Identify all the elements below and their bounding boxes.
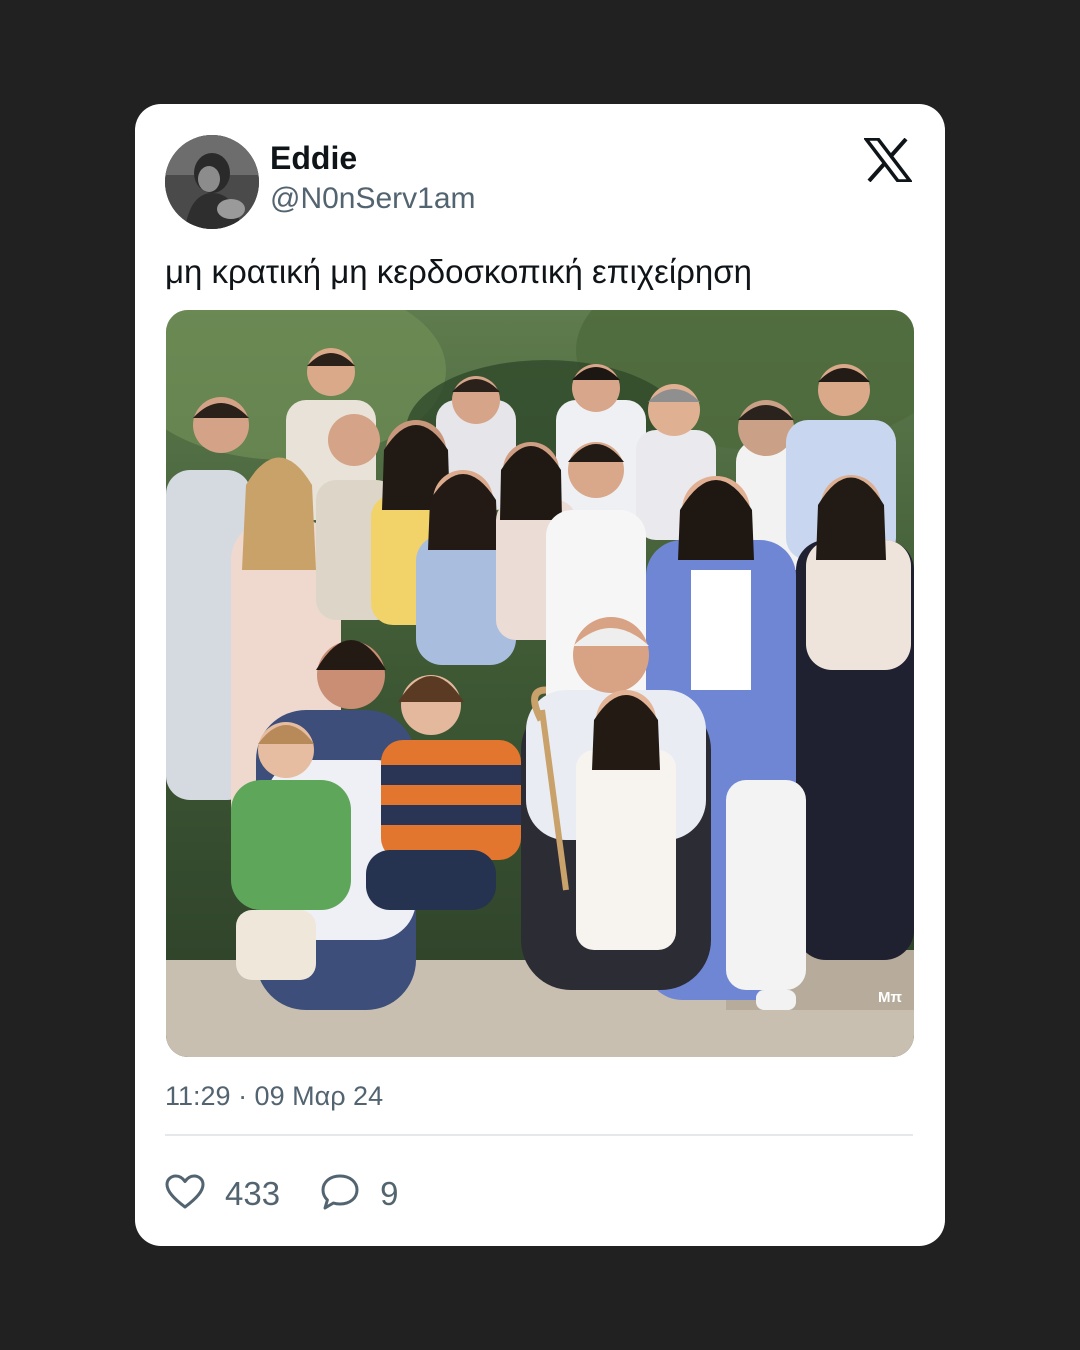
divider — [165, 1134, 913, 1136]
tweet-timestamp[interactable]: 11:29 · 09 Μαρ 24 — [165, 1078, 383, 1114]
tweet-card: Eddie @N0nServ1am μη κρατική μη κερδοσκο… — [135, 104, 945, 1246]
reply-button[interactable]: 9 — [320, 1173, 398, 1216]
tweet-actions: 433 9 — [165, 1170, 438, 1218]
x-logo-icon — [862, 137, 914, 183]
heart-icon — [165, 1174, 205, 1215]
tweet-photo[interactable]: Μπ — [166, 310, 914, 1057]
speech-bubble-icon — [320, 1173, 360, 1216]
author-avatar[interactable] — [165, 135, 259, 229]
reply-count: 9 — [380, 1175, 399, 1212]
like-button[interactable]: 433 — [165, 1174, 280, 1215]
tweet-text: μη κρατική μη κερδοσκοπική επιχείρηση — [165, 253, 753, 290]
photo-caption-overlay: Μπ — [878, 989, 902, 1006]
author-handle[interactable]: @N0nServ1am — [270, 180, 476, 218]
author-name[interactable]: Eddie — [270, 138, 357, 178]
like-count: 433 — [225, 1175, 281, 1212]
